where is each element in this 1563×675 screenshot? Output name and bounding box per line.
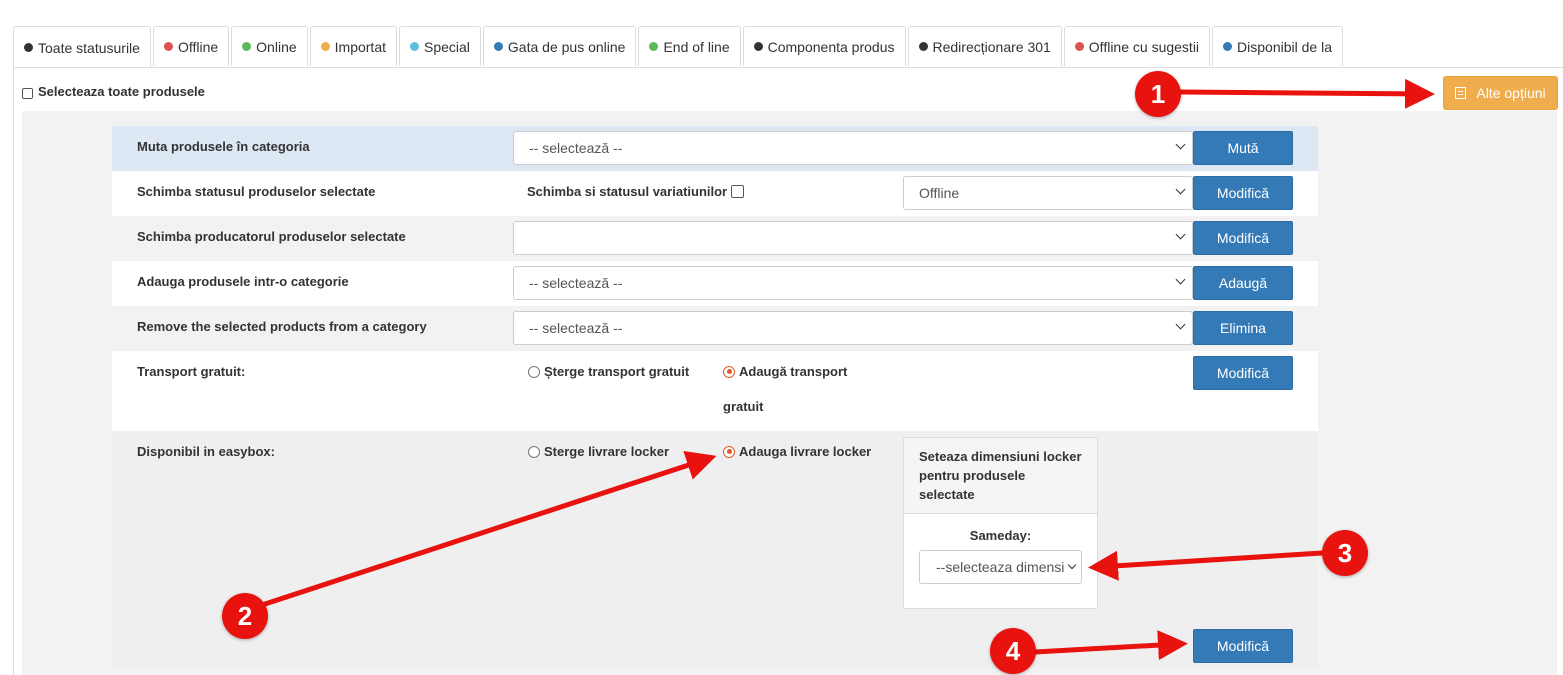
row-change-status: Schimba statusul produselor selectate Sc…	[112, 171, 1318, 216]
locker-box-title: Seteaza dimensiuni locker pentru produse…	[904, 438, 1097, 514]
status-dot-icon	[918, 42, 928, 51]
status-dot-icon	[493, 42, 503, 51]
row-label: Remove the selected products from a cate…	[137, 319, 427, 334]
modify-producer-button[interactable]: Modifică	[1193, 221, 1293, 255]
locker-dimensions-box: Seteaza dimensiuni locker pentru produse…	[903, 437, 1098, 609]
remove-button[interactable]: Elimina	[1193, 311, 1293, 345]
content-left-border	[13, 67, 14, 675]
tab-special[interactable]: Special	[399, 26, 481, 66]
tab-end-of-line[interactable]: End of line	[638, 26, 741, 66]
chevron-down-icon	[1175, 184, 1186, 195]
row-free-transport: Transport gratuit: Șterge transport grat…	[112, 351, 1318, 431]
row-label: Schimba statusul produselor selectate	[137, 184, 376, 199]
remove-transport-option[interactable]: Șterge transport gratuit	[528, 364, 689, 379]
tab-toate-statusurile[interactable]: Toate statusurile	[13, 26, 151, 68]
tab-importat[interactable]: Importat	[309, 26, 397, 66]
annotation-marker-2: 2	[222, 593, 268, 639]
chevron-down-icon	[1175, 229, 1186, 240]
select-all-checkbox[interactable]	[22, 87, 33, 99]
row-remove-category: Remove the selected products from a cate…	[112, 306, 1318, 351]
row-move-category: Muta produsele în categoria -- selecteaz…	[112, 126, 1318, 171]
status-dot-icon	[163, 42, 173, 51]
annotation-marker-1: 1	[1135, 71, 1181, 117]
tab-online[interactable]: Online	[231, 26, 308, 66]
list-icon	[1455, 87, 1467, 99]
radio-on[interactable]	[723, 445, 735, 458]
tab-disponibil-de-la[interactable]: Disponibil de la	[1212, 26, 1343, 66]
tabs-divider	[13, 67, 1563, 68]
select-all: Selecteaza toate produsele	[22, 84, 205, 99]
row-change-producer: Schimba producatorul produselor selectat…	[112, 216, 1318, 261]
move-button[interactable]: Mută	[1193, 131, 1293, 165]
status-dot-icon	[649, 42, 659, 51]
status-dot-icon	[1074, 42, 1084, 51]
status-dot-icon	[753, 42, 763, 51]
move-category-select[interactable]: -- selectează --	[513, 131, 1193, 165]
annotation-marker-3: 3	[1322, 530, 1368, 576]
row-label: Disponibil in easybox:	[137, 444, 275, 459]
remove-locker-option[interactable]: Sterge livrare locker	[528, 444, 669, 459]
tab-componenta-produs[interactable]: Componenta produs	[742, 26, 906, 66]
row-add-category: Adauga produsele intr-o categorie -- sel…	[112, 261, 1318, 306]
radio-on[interactable]	[723, 365, 735, 378]
row-label: Muta produsele în categoria	[137, 139, 310, 154]
variations-checkbox[interactable]	[731, 185, 745, 198]
tab-redirectionare-301[interactable]: Redirecționare 301	[907, 26, 1062, 66]
status-dot-icon	[242, 42, 252, 51]
arrow-1	[1179, 78, 1435, 109]
sameday-label: Sameday:	[969, 528, 1032, 543]
row-easybox: Disponibil in easybox: Sterge livrare lo…	[112, 431, 1318, 668]
add-button[interactable]: Adaugă	[1193, 266, 1293, 300]
annotation-marker-4: 4	[990, 628, 1036, 674]
radio-off[interactable]	[528, 365, 540, 378]
status-tabs: Toate statusurile Offline Online Importa…	[13, 26, 1345, 68]
status-dot-icon	[320, 42, 330, 51]
chevron-down-icon	[1175, 274, 1186, 285]
row-label: Transport gratuit:	[137, 364, 246, 379]
variations-option: Schimba si statusul variatiunilor	[527, 184, 745, 199]
remove-category-select[interactable]: -- selectează --	[513, 311, 1193, 345]
locker-dimension-select[interactable]: --selecteaza dimensi	[919, 550, 1082, 584]
alte-optiuni-button[interactable]: Alte opțiuni	[1443, 76, 1558, 110]
status-select[interactable]: Offline	[903, 176, 1193, 210]
modify-status-button[interactable]: Modifică	[1193, 176, 1293, 210]
row-label: Adauga produsele intr-o categorie	[137, 274, 349, 289]
status-dot-icon	[1223, 42, 1233, 51]
status-dot-icon	[24, 43, 33, 52]
modify-transport-button[interactable]: Modifică	[1193, 356, 1293, 390]
modify-easybox-button[interactable]: Modifică	[1193, 629, 1293, 663]
add-category-select[interactable]: -- selectează --	[513, 266, 1193, 300]
chevron-down-icon	[1175, 319, 1186, 330]
select-all-label: Selecteaza toate produsele	[38, 84, 205, 99]
add-transport-option-cont: gratuit	[723, 399, 764, 414]
add-transport-option[interactable]: Adaugă transport	[723, 364, 847, 379]
tab-offline-cu-sugestii[interactable]: Offline cu sugestii	[1063, 26, 1211, 66]
row-label: Schimba producatorul produselor selectat…	[137, 229, 406, 244]
chevron-down-icon	[1175, 139, 1186, 150]
producer-select[interactable]	[513, 221, 1193, 255]
chevron-down-icon	[1067, 560, 1077, 570]
status-dot-icon	[410, 42, 419, 51]
radio-off[interactable]	[528, 445, 540, 458]
tab-gata-de-pus-online[interactable]: Gata de pus online	[482, 26, 637, 66]
add-locker-option[interactable]: Adauga livrare locker	[723, 444, 871, 459]
tab-offline[interactable]: Offline	[152, 26, 230, 66]
